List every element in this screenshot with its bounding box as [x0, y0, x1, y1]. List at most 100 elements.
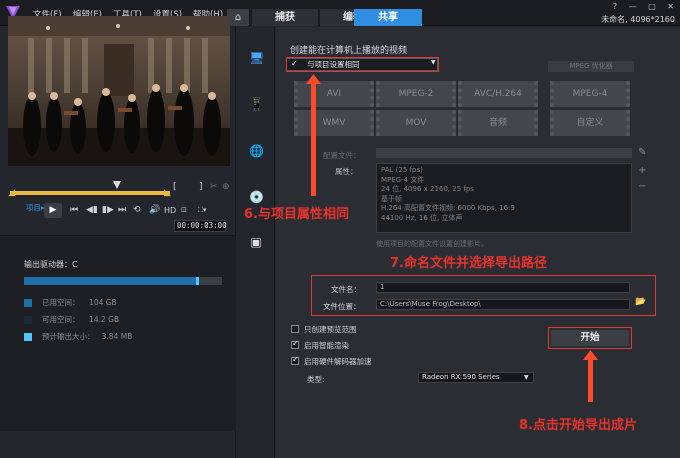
legend-free: 可用空间： 14.2 GB	[24, 314, 119, 325]
format-custom[interactable]: 自定义	[550, 110, 630, 136]
property-line: 基于帧	[381, 194, 402, 203]
fullscreen-icon[interactable]: ⛶▾	[198, 206, 206, 215]
play-button[interactable]: ▶	[44, 203, 62, 218]
computer-icon[interactable]: 🖥	[249, 51, 264, 65]
play-icon: ▶	[49, 205, 57, 215]
legend-swatch	[24, 333, 32, 341]
device-icon[interactable]: 📱	[249, 97, 264, 111]
start-button[interactable]: 开始	[551, 330, 629, 346]
property-line: PAL (25 fps)	[381, 166, 423, 174]
section-heading: 创建能在计算机上播放的视频	[290, 46, 408, 56]
chevron-down-icon: ▼	[524, 374, 529, 381]
format-mpeg4[interactable]: MPEG-4	[550, 81, 630, 107]
arrow-shaft	[311, 84, 316, 196]
add-profile-icon[interactable]: +	[638, 165, 646, 176]
mark-out-handle-icon[interactable]: ◣	[164, 188, 171, 198]
preview-range-checkbox[interactable]	[291, 325, 299, 333]
file-name-label: 文件名：	[331, 285, 361, 294]
video-editor-window: 文件(F) 编辑(E) 工具(T) 设置(S) 帮助(H) ⌂ 捕获 编辑 共享…	[0, 0, 680, 458]
help-icon[interactable]: ?	[613, 2, 617, 11]
aspect-icon[interactable]: ⊡	[181, 206, 187, 214]
prev-frame-icon[interactable]: ◀▮	[86, 205, 98, 215]
property-line: H.264 高配置文件视频: 6000 Kbps, 16:9	[381, 204, 515, 213]
profile-dropdown[interactable]	[376, 148, 632, 158]
legend-value: 104 GB	[89, 298, 117, 307]
tab-share[interactable]: 共享	[354, 9, 422, 26]
legend-label: 预计输出大小：	[42, 332, 95, 341]
next-frame-icon[interactable]: ▮▶	[102, 205, 114, 215]
format-avi[interactable]: AVI	[294, 81, 374, 107]
home-tab[interactable]: ⌂	[227, 9, 249, 26]
edit-profile-icon[interactable]: ✎	[638, 147, 646, 158]
smart-render-checkbox[interactable]	[291, 339, 299, 349]
properties-note: 使用项目的配置文件设置创建影片。	[376, 240, 488, 248]
home-icon: ⌂	[234, 12, 242, 23]
repeat-icon[interactable]: ⟲	[133, 205, 141, 215]
concert-hall-image	[8, 16, 230, 166]
legend-label: 已用空间：	[42, 298, 80, 307]
format-mov[interactable]: MOV	[376, 110, 456, 136]
close-icon[interactable]: ✕	[667, 2, 674, 11]
start-button-highlight: 开始	[548, 327, 632, 349]
profile-label: 配置文件：	[323, 151, 361, 160]
3d-icon[interactable]: ▣	[249, 235, 263, 249]
disc-icon[interactable]: 💿	[249, 190, 264, 204]
timecode-field[interactable]: 00:00:03:00	[174, 220, 227, 232]
preview-range-label: 只创建预览范围	[304, 325, 357, 334]
format-avc-h264[interactable]: AVC/H.264	[458, 81, 538, 107]
legend-swatch	[24, 299, 32, 307]
maximize-icon[interactable]: □	[648, 2, 656, 11]
hw-decoder-label: 启用硬件解码器加速	[304, 357, 372, 366]
legend-estimated: 预计输出大小： 3.84 MB	[24, 331, 132, 342]
step8-annotation: 8.点击开始导出成片	[519, 418, 637, 433]
format-audio[interactable]: 音频	[458, 110, 538, 136]
format-wmv[interactable]: WMV	[294, 110, 374, 136]
volume-icon[interactable]: 🔊	[149, 205, 160, 215]
properties-box: PAL (25 fps) MPEG-4 文件 24 位, 4096 x 2160…	[376, 163, 632, 233]
mark-out-icon[interactable]: ]	[199, 182, 203, 192]
drive-used-fill	[24, 277, 199, 285]
remove-profile-icon[interactable]: −	[638, 181, 646, 192]
properties-label: 属性：	[335, 167, 358, 176]
window-controls: ? — □ ✕	[604, 2, 674, 11]
mpeg-optimizer-button[interactable]: MPEG 优化器	[548, 61, 634, 72]
tab-capture[interactable]: 捕获	[252, 9, 318, 26]
output-drive-label: 输出驱动器：C	[24, 260, 78, 269]
folder-icon[interactable]: 📂	[635, 297, 646, 307]
video-preview	[8, 16, 230, 166]
legend-value: 14.2 GB	[89, 315, 120, 324]
drive-output-marker	[196, 277, 199, 285]
project-mode-label[interactable]: 项目▸	[26, 202, 45, 213]
legend-label: 可用空间：	[42, 315, 80, 324]
home-start-icon[interactable]: ⏮	[70, 205, 78, 215]
property-line: 24 位, 4096 x 2160, 25 fps	[381, 185, 474, 194]
cut-icon[interactable]: ✂	[210, 182, 218, 192]
type-label: 类型:	[307, 375, 325, 384]
trim-bar[interactable]	[10, 191, 170, 195]
format-mpeg2[interactable]: MPEG-2	[376, 81, 456, 107]
step7-annotation: 7.命名文件并选择导出路径	[390, 256, 547, 271]
legend-value: 3.84 MB	[101, 332, 133, 341]
file-location-input[interactable]: C:\Users\Muse Frog\Desktop\	[376, 299, 630, 310]
legend-swatch	[24, 316, 32, 324]
mark-in-handle-icon[interactable]: ◢	[8, 188, 15, 198]
zoom-icon[interactable]: ⊕	[222, 182, 230, 192]
property-line: MPEG-4 文件	[381, 175, 425, 184]
preset-highlight	[286, 57, 439, 72]
web-icon[interactable]: 🌐	[249, 144, 264, 158]
file-location-label: 文件位置：	[323, 302, 361, 311]
mark-in-icon[interactable]: [	[173, 182, 177, 192]
gpu-dropdown[interactable]: Radeon RX 590 Series	[418, 372, 534, 383]
property-line: 44100 Hz, 16 位, 立体声	[381, 213, 463, 222]
hd-toggle[interactable]: HD	[164, 206, 176, 215]
end-icon[interactable]: ⏭	[118, 205, 126, 215]
legend-used: 已用空间： 104 GB	[24, 297, 117, 308]
file-name-input[interactable]: 1	[376, 282, 630, 293]
step6-annotation: 6.与项目属性相同	[244, 207, 349, 222]
project-info: 未命名, 4096*2160	[601, 15, 675, 24]
hw-decoder-checkbox[interactable]	[291, 355, 299, 365]
share-category-strip: 🖥 📱 🌐 💿 ▣	[237, 27, 275, 458]
drive-usage-bar	[24, 277, 222, 285]
smart-render-label: 启用智能渲染	[304, 341, 349, 350]
minimize-icon[interactable]: —	[629, 2, 637, 11]
